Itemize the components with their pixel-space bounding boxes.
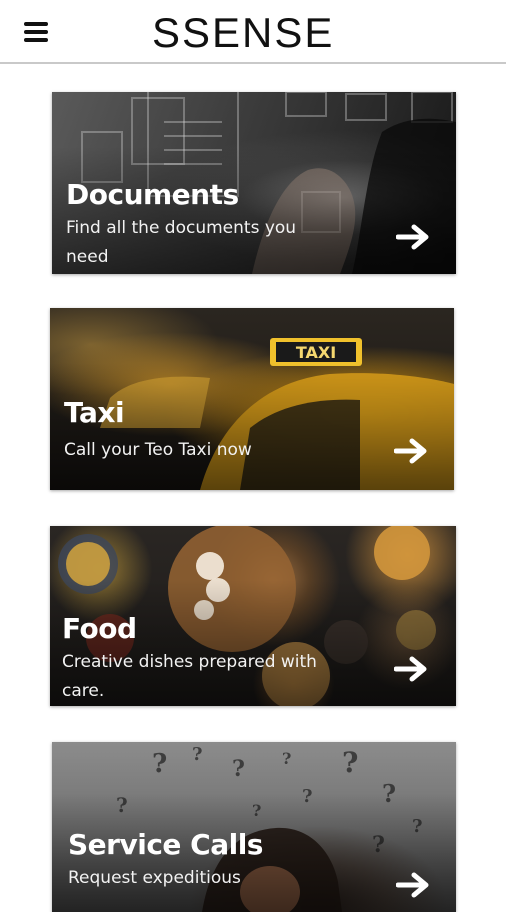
top-app-bar: SSENSE (0, 0, 506, 64)
card-title: Taxi (64, 396, 125, 429)
brand-logo: SSENSE (152, 9, 335, 56)
card-description: Creative dishes prepared with care. (62, 652, 317, 701)
menu-line (24, 38, 48, 42)
menu-line (24, 30, 48, 34)
arrow-right-icon[interactable] (396, 872, 430, 898)
arrow-right-icon[interactable] (394, 438, 428, 464)
arrow-right-icon[interactable] (394, 656, 428, 682)
card-title: Service Calls (68, 828, 263, 861)
card-taxi[interactable]: TAXI Taxi Call your Teo Taxi now (50, 308, 454, 490)
card-title: Food (62, 612, 137, 645)
card-food[interactable]: Food Creative dishes prepared with care. (50, 526, 456, 706)
arrow-right-icon[interactable] (396, 224, 430, 250)
card-description: Find all the documents you need (66, 218, 297, 267)
hamburger-menu-icon[interactable] (24, 20, 50, 44)
card-service-calls[interactable]: ? ? ? ? ? ? ? ? ? ? ? Service Calls Requ… (52, 742, 456, 912)
card-documents[interactable]: Documents Find all the documents you nee… (52, 92, 456, 274)
card-description: Call your Teo Taxi now (64, 440, 252, 460)
card-description: Request expeditious (68, 868, 241, 888)
card-title: Documents (66, 178, 239, 211)
menu-line (24, 22, 48, 26)
